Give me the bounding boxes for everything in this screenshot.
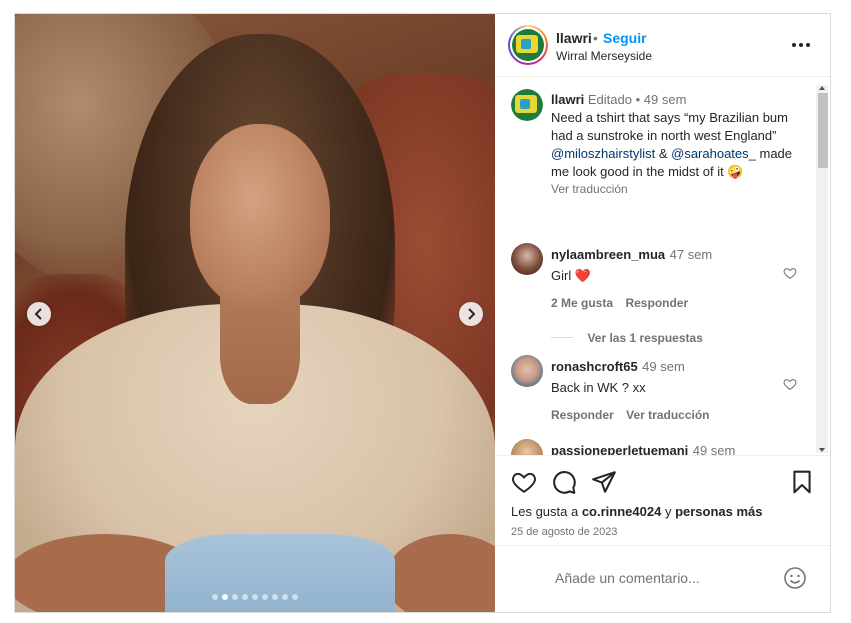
comments-list[interactable]: llawri Editado • 49 sem Need a tshirt th… (495, 77, 830, 455)
more-icon[interactable] (792, 36, 810, 54)
comment-time[interactable]: 49 sem (642, 359, 685, 374)
comment-text: Back in WK ? xx (551, 380, 646, 395)
scroll-up-arrow[interactable] (819, 86, 825, 90)
caption-avatar[interactable] (511, 89, 543, 121)
photo-face (190, 124, 330, 309)
post-panel: llawri • Seguir Wirral Merseyside llawri… (495, 14, 830, 612)
comment-text: Girl ❤️ (551, 268, 592, 283)
chevron-right-icon (468, 308, 476, 320)
post-date[interactable]: 25 de agosto de 2023 (511, 526, 617, 538)
post-image[interactable] (15, 14, 495, 612)
avatar[interactable] (508, 25, 548, 65)
comment-likes[interactable]: 2 Me gusta (551, 296, 613, 310)
likes-summary: Les gusta a co.rinne4024 y personas más (511, 504, 763, 519)
comment-avatar[interactable] (511, 355, 543, 387)
follow-button[interactable]: Seguir (603, 30, 647, 46)
reply-button[interactable]: Responder (625, 296, 688, 310)
replies-divider (551, 337, 573, 339)
heart-icon[interactable] (783, 266, 797, 280)
comment-avatar[interactable] (511, 243, 543, 275)
caption-text-part: Need a tshirt that says “my Brazilian bu… (551, 110, 788, 143)
bookmark-icon[interactable] (789, 469, 815, 495)
comments-scrollbar[interactable] (816, 85, 828, 453)
comment-time[interactable]: 49 sem (693, 443, 736, 455)
header-separator: • (593, 30, 598, 46)
heart-icon[interactable] (511, 469, 537, 495)
share-icon[interactable] (591, 469, 617, 495)
caption-dot: • (635, 92, 641, 107)
carousel-dot (212, 594, 218, 600)
caption-time[interactable]: 49 sem (644, 92, 687, 107)
caption: llawri Editado • 49 sem Need a tshirt th… (551, 91, 806, 196)
caption-edited: Editado (587, 92, 632, 107)
carousel-dot (242, 594, 248, 600)
carousel-indicator (15, 594, 495, 600)
carousel-dot (292, 594, 298, 600)
comment-input[interactable] (555, 566, 775, 590)
comment-time[interactable]: 47 sem (670, 247, 713, 262)
comment-item: ronashcroft65 49 sem Back in WK ? xx Res… (551, 358, 710, 424)
comment-username[interactable]: passioneperletuemani (551, 443, 688, 455)
comment-icon[interactable] (551, 469, 577, 495)
chevron-left-icon (34, 308, 42, 320)
carousel-prev-button[interactable] (27, 302, 51, 326)
mention-link[interactable]: @miloszhairstylist (551, 146, 655, 161)
caption-text-part: & (655, 146, 672, 161)
action-bar: Les gusta a co.rinne4024 y personas más … (495, 455, 830, 545)
post-location[interactable]: Wirral Merseyside (556, 49, 652, 63)
liked-by-user[interactable]: co.rinne4024 (582, 504, 662, 519)
post-card: llawri • Seguir Wirral Merseyside llawri… (14, 13, 831, 613)
reply-button[interactable]: Responder (551, 408, 614, 422)
add-comment-bar (495, 545, 830, 612)
carousel-next-button[interactable] (459, 302, 483, 326)
scroll-down-arrow[interactable] (819, 448, 825, 452)
comment-avatar[interactable] (511, 439, 543, 455)
mention-link[interactable]: @sarahoates_ (671, 146, 756, 161)
view-replies-button[interactable]: Ver las 1 respuestas (587, 331, 702, 345)
comment-item: nylaambreen_mua 47 sem Girl ❤️ 2 Me gust… (551, 246, 712, 347)
emoji-icon[interactable] (783, 566, 807, 590)
heart-icon[interactable] (783, 377, 797, 391)
carousel-dot (232, 594, 238, 600)
comment-item: passioneperletuemani 49 sem 🔥🔥🔥🔥❤️❤️❤️ (551, 442, 735, 455)
likes-others-link[interactable]: personas más (675, 504, 762, 519)
author-username[interactable]: llawri (556, 30, 592, 46)
translate-link[interactable]: Ver traducción (551, 182, 806, 196)
caption-text: Need a tshirt that says “my Brazilian bu… (551, 109, 806, 181)
carousel-dot (252, 594, 258, 600)
photo-jeans (165, 534, 395, 612)
scrollbar-thumb[interactable] (818, 93, 828, 168)
likes-prefix: Les gusta a (511, 504, 582, 519)
likes-mid: y (661, 504, 676, 519)
comment-username[interactable]: nylaambreen_mua (551, 247, 665, 262)
comment-username[interactable]: ronashcroft65 (551, 359, 638, 374)
translate-link[interactable]: Ver traducción (626, 408, 709, 422)
carousel-dot (272, 594, 278, 600)
carousel-dot (222, 594, 228, 600)
post-header: llawri • Seguir Wirral Merseyside (495, 14, 830, 77)
carousel-dot (282, 594, 288, 600)
caption-username[interactable]: llawri (551, 92, 584, 107)
carousel-dot (262, 594, 268, 600)
